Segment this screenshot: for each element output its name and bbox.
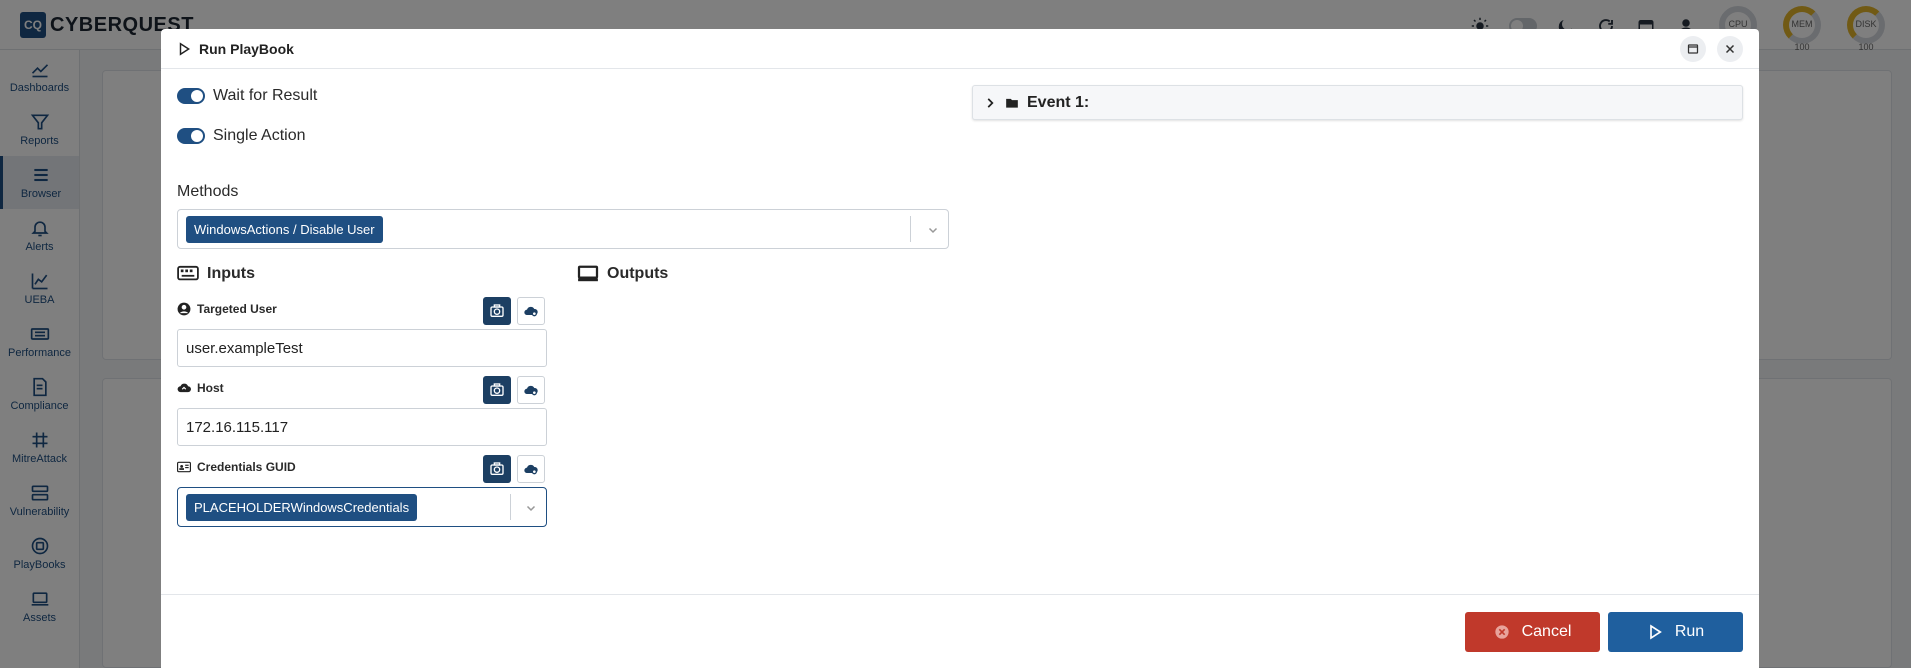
- play-icon: [179, 41, 191, 56]
- maximize-button[interactable]: [1680, 36, 1706, 62]
- targeted-user-input[interactable]: [177, 329, 547, 367]
- cloud-search-icon: [524, 385, 538, 396]
- camera-icon: [490, 462, 504, 475]
- select-separator: [910, 216, 911, 242]
- outputs-title: Outputs: [577, 265, 668, 283]
- single-action-label: Single Action: [213, 127, 306, 144]
- select-separator: [510, 494, 511, 520]
- credentials-snapshot-button[interactable]: [483, 455, 511, 483]
- play-icon: [1649, 624, 1662, 640]
- inputs-title-text: Inputs: [207, 265, 255, 282]
- credentials-selected-tag[interactable]: PLACEHOLDERWindowsCredentials: [186, 493, 418, 521]
- host-cloud-button[interactable]: [517, 376, 545, 404]
- event-panel[interactable]: Event 1:: [972, 85, 1743, 120]
- event-title: Event 1:: [1027, 93, 1090, 111]
- inputs-title: Inputs: [177, 265, 255, 283]
- single-action-toggle[interactable]: [177, 128, 205, 144]
- run-button-label: Run: [1674, 623, 1705, 640]
- targeted-user-cloud-button[interactable]: [517, 297, 545, 325]
- monitor-icon: [577, 265, 599, 282]
- credentials-label-text: Credentials GUID: [197, 460, 296, 474]
- host-label: Host: [177, 381, 224, 395]
- folder-icon: [1006, 98, 1018, 108]
- keyboard-icon: [177, 265, 199, 281]
- cloud-search-icon: [524, 464, 538, 475]
- close-button[interactable]: [1717, 36, 1743, 62]
- host-input[interactable]: [177, 408, 547, 446]
- wait-for-result-toggle[interactable]: [177, 88, 205, 104]
- methods-select[interactable]: WindowsActions / Disable User: [177, 209, 949, 249]
- run-button[interactable]: Run: [1608, 612, 1743, 652]
- modal-header: Run PlayBook: [161, 29, 1759, 69]
- user-circle-icon: [177, 302, 191, 316]
- chevron-right-icon: [987, 97, 994, 108]
- cancel-button[interactable]: Cancel: [1465, 612, 1600, 652]
- modal-title: Run PlayBook: [199, 40, 294, 57]
- camera-icon: [490, 304, 504, 317]
- modal-footer: Cancel Run: [161, 594, 1759, 668]
- credentials-cloud-button[interactable]: [517, 455, 545, 483]
- host-snapshot-button[interactable]: [483, 376, 511, 404]
- host-label-text: Host: [197, 381, 224, 395]
- close-icon: [1725, 44, 1735, 54]
- id-card-icon: [177, 461, 191, 473]
- chevron-down-icon[interactable]: [927, 224, 939, 236]
- camera-icon: [490, 383, 504, 396]
- methods-label: Methods: [177, 183, 239, 200]
- targeted-user-snapshot-button[interactable]: [483, 297, 511, 325]
- cloud-upload-icon: [177, 383, 191, 393]
- cancel-button-label: Cancel: [1521, 623, 1572, 640]
- wait-for-result-row: Wait for Result: [177, 87, 317, 105]
- wait-for-result-label: Wait for Result: [213, 87, 318, 104]
- single-action-row: Single Action: [177, 127, 306, 145]
- close-circle-icon: [1494, 625, 1509, 639]
- run-playbook-modal: Run PlayBook Wait for Result Single Acti…: [161, 29, 1759, 668]
- targeted-user-label: Targeted User: [177, 302, 277, 316]
- credentials-label: Credentials GUID: [177, 460, 296, 474]
- credentials-select[interactable]: PLACEHOLDERWindowsCredentials: [177, 487, 547, 527]
- maximize-icon: [1687, 44, 1699, 54]
- targeted-user-label-text: Targeted User: [197, 302, 277, 316]
- methods-selected-tag[interactable]: WindowsActions / Disable User: [186, 215, 383, 243]
- cloud-search-icon: [524, 306, 538, 317]
- outputs-title-text: Outputs: [607, 265, 669, 282]
- chevron-down-icon[interactable]: [525, 502, 537, 514]
